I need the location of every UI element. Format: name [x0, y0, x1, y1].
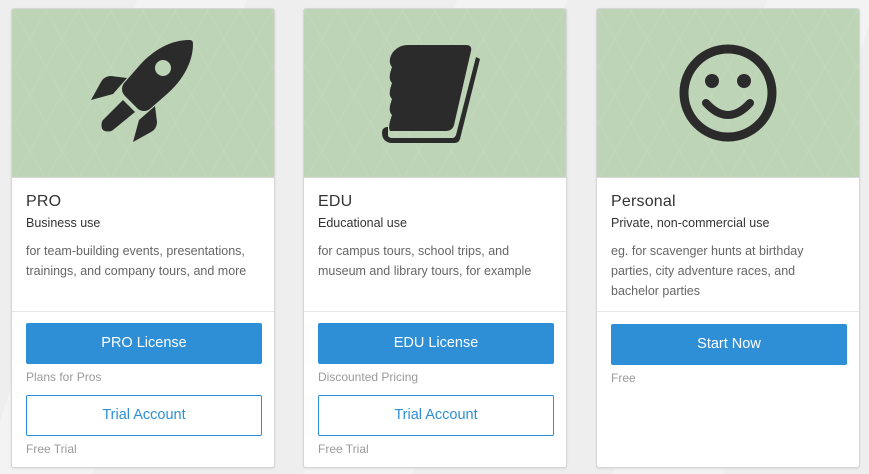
plan-subtitle: Business use — [26, 216, 101, 230]
trial-account-button[interactable]: Trial Account — [318, 395, 554, 436]
plan-description: for team-building events, presentations,… — [26, 244, 247, 278]
plan-subtitle: Educational use — [318, 216, 407, 230]
smiley-icon — [679, 44, 777, 142]
edu-license-button[interactable]: EDU License — [318, 323, 554, 364]
plan-card-pro: PRO Business use for team-building event… — [11, 8, 275, 468]
primary-note: Plans for Pros — [26, 370, 102, 384]
primary-note: Free — [611, 371, 636, 385]
plan-description: for campus tours, school trips, and muse… — [318, 244, 532, 278]
secondary-note: Free Trial — [26, 442, 77, 456]
card-hero — [597, 9, 859, 178]
rocket-icon — [91, 40, 193, 142]
plan-subtitle: Private, non-commercial use — [611, 216, 770, 230]
plan-title: Personal — [611, 193, 676, 210]
card-hero — [304, 9, 566, 178]
trial-account-button[interactable]: Trial Account — [26, 395, 262, 436]
plan-card-personal: Personal Private, non-commercial use eg.… — [596, 8, 860, 468]
start-now-button[interactable]: Start Now — [611, 324, 847, 365]
plan-title: EDU — [318, 193, 353, 210]
pro-license-button[interactable]: PRO License — [26, 323, 262, 364]
primary-note: Discounted Pricing — [318, 370, 419, 384]
book-icon — [382, 45, 480, 143]
plan-title: PRO — [26, 193, 62, 210]
card-hero — [12, 9, 274, 178]
plan-description: eg. for scavenger hunts at birthday part… — [611, 244, 804, 298]
plan-card-edu: EDU Educational use for campus tours, sc… — [303, 8, 567, 468]
secondary-note: Free Trial — [318, 442, 369, 456]
